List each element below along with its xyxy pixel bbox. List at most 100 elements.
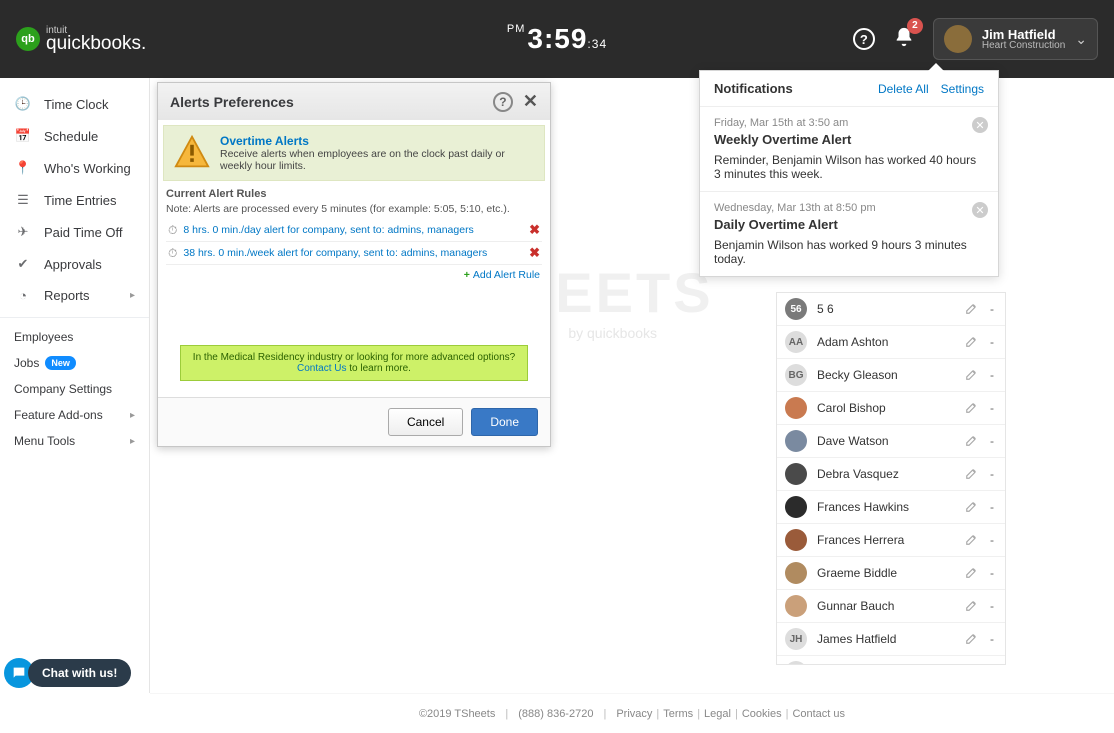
sidebar-item-approvals[interactable]: ✔ Approvals (0, 248, 149, 280)
sidebar: 🕒 Time Clock 📅Schedule📍Who's Working ☰ Time … (0, 78, 150, 693)
footer-link-cookies[interactable]: Cookies (742, 708, 782, 720)
notifications-panel: Notifications Delete All Settings ✕Frida… (699, 70, 999, 277)
sidebar-item-time-entries[interactable]: ☰ Time Entries (0, 184, 149, 216)
help-icon[interactable]: ? (853, 28, 875, 50)
delete-rule-icon[interactable]: ✖ (529, 222, 540, 238)
sidebar-item-label: Paid Time Off (44, 225, 123, 240)
sidebar-item-label: Time Clock (44, 97, 109, 112)
chevron-right-icon: ▸ (130, 290, 135, 301)
delete-rule-icon[interactable]: ✖ (529, 245, 540, 261)
edit-icon[interactable] (965, 532, 979, 549)
edit-icon[interactable] (965, 499, 979, 516)
sidebar-item-reports[interactable]: ◔Reports▸ (0, 280, 149, 311)
status-dash: - (987, 632, 997, 646)
employee-row[interactable]: Frances Hawkins- (777, 491, 1005, 524)
alert-rule-link[interactable]: 8 hrs. 0 min./day alert for company, sen… (183, 224, 523, 236)
help-icon[interactable]: ? (493, 92, 513, 112)
edit-icon[interactable] (965, 400, 979, 417)
notif-title: Notifications (714, 81, 793, 96)
chevron-right-icon: ▸ (130, 436, 135, 447)
modal-header: Alerts Preferences ? ✕ (158, 83, 550, 120)
footer-link-legal[interactable]: Legal (704, 708, 731, 720)
footer-link-privacy[interactable]: Privacy (616, 708, 652, 720)
employee-name: Frances Hawkins (817, 500, 965, 514)
company: Heart Construction (982, 41, 1065, 51)
edit-icon[interactable] (965, 301, 979, 318)
notif-time: Wednesday, Mar 13th at 8:50 pm (714, 202, 984, 214)
notification-item[interactable]: ✕Wednesday, Mar 13th at 8:50 pmDaily Ove… (700, 191, 998, 276)
sidebar-item-paid-time-off[interactable]: ✈Paid Time Off (0, 216, 149, 248)
employee-row[interactable]: Debra Vasquez- (777, 458, 1005, 491)
sidebar-item-time-clock[interactable]: 🕒 Time Clock (0, 88, 149, 120)
add-rule-link[interactable]: Add Alert Rule (473, 269, 540, 281)
notif-badge: 2 (907, 18, 923, 34)
employee-row[interactable]: 565 6- (777, 293, 1005, 326)
close-icon[interactable]: ✕ (972, 202, 988, 218)
sidebar-item-label: Who's Working (44, 161, 131, 176)
user-menu[interactable]: Jim Hatfield Heart Construction ⌄ (933, 18, 1098, 60)
employee-row[interactable]: Carol Bishop- (777, 392, 1005, 425)
sidebar-item-jobs[interactable]: JobsNew (0, 350, 149, 376)
settings-link[interactable]: Settings (941, 82, 984, 96)
sidebar-item-menu-tools[interactable]: Menu Tools▸ (0, 428, 149, 454)
sidebar-item-label: Approvals (44, 257, 102, 272)
notifications-icon[interactable]: 2 (893, 26, 915, 53)
clock: PM3:59:34 (507, 23, 607, 55)
alert-rule-link[interactable]: 38 hrs. 0 min./week alert for company, s… (183, 247, 523, 259)
list-icon: ☰ (14, 192, 32, 208)
employee-row[interactable]: Gunnar Bauch- (777, 590, 1005, 623)
cancel-button[interactable]: Cancel (388, 408, 463, 436)
done-button[interactable]: Done (471, 408, 538, 436)
add-rule[interactable]: +Add Alert Rule (166, 265, 542, 285)
edit-icon[interactable] (965, 334, 979, 351)
sidebar-item-feature-add-ons[interactable]: Feature Add-ons▸ (0, 402, 149, 428)
clock-icon: 🕒 (14, 96, 32, 112)
employee-name: Frances Herrera (817, 533, 965, 547)
sidebar-item-label: Time Entries (44, 193, 116, 208)
edit-icon[interactable] (965, 565, 979, 582)
sidebar-item-who-s-working[interactable]: 📍Who's Working (0, 152, 149, 184)
employee-row[interactable]: AAAdam Ashton- (777, 326, 1005, 359)
sidebar-item-company-settings[interactable]: Company Settings (0, 376, 149, 402)
qb-logo-icon: qb (16, 27, 40, 51)
employee-row[interactable]: JHJames Hatfield- (777, 623, 1005, 656)
logo: qb intuit quickbooks. (16, 26, 146, 53)
edit-icon[interactable] (965, 466, 979, 483)
avatar (785, 562, 807, 584)
plus-icon: + (464, 269, 470, 281)
copyright: ©2019 TSheets (419, 708, 495, 720)
avatar: 56 (785, 298, 807, 320)
status-dash: - (987, 467, 997, 481)
employee-row[interactable]: BGBecky Gleason- (777, 359, 1005, 392)
close-icon[interactable]: ✕ (972, 117, 988, 133)
whos-working-panel: 565 6-AAAdam Ashton-BGBecky Gleason-Caro… (776, 292, 1006, 665)
footer-link-terms[interactable]: Terms (663, 708, 693, 720)
employee-row[interactable]: Frances Herrera- (777, 524, 1005, 557)
clock-icon: ⏱ (168, 246, 177, 261)
close-icon[interactable]: ✕ (523, 91, 538, 112)
medical-residency-note: In the Medical Residency industry or loo… (180, 345, 528, 381)
edit-icon[interactable] (965, 367, 979, 384)
employee-row[interactable]: Graeme Biddle- (777, 557, 1005, 590)
chat-widget[interactable]: Chat with us! (4, 658, 131, 688)
sidebar-item-label: Reports (44, 288, 90, 303)
footer-link-contact-us[interactable]: Contact us (792, 708, 845, 720)
check-icon: ✔ (14, 256, 32, 272)
edit-icon[interactable] (965, 598, 979, 615)
status-dash: - (987, 599, 997, 613)
edit-icon[interactable] (965, 631, 979, 648)
med-contact-link[interactable]: Contact Us (297, 363, 346, 374)
chevron-right-icon: ▸ (130, 410, 135, 421)
sidebar-item-schedule[interactable]: 📅Schedule (0, 120, 149, 152)
avatar (785, 463, 807, 485)
edit-icon[interactable] (965, 664, 979, 666)
status-dash: - (987, 401, 997, 415)
sidebar-item-employees[interactable]: Employees (0, 324, 149, 350)
employee-row[interactable]: JEJason Ellis- (777, 656, 1005, 665)
notification-item[interactable]: ✕Friday, Mar 15th at 3:50 amWeekly Overt… (700, 106, 998, 191)
employee-row[interactable]: Dave Watson- (777, 425, 1005, 458)
edit-icon[interactable] (965, 433, 979, 450)
status-dash: - (987, 434, 997, 448)
avatar (785, 529, 807, 551)
delete-all-link[interactable]: Delete All (878, 82, 929, 96)
